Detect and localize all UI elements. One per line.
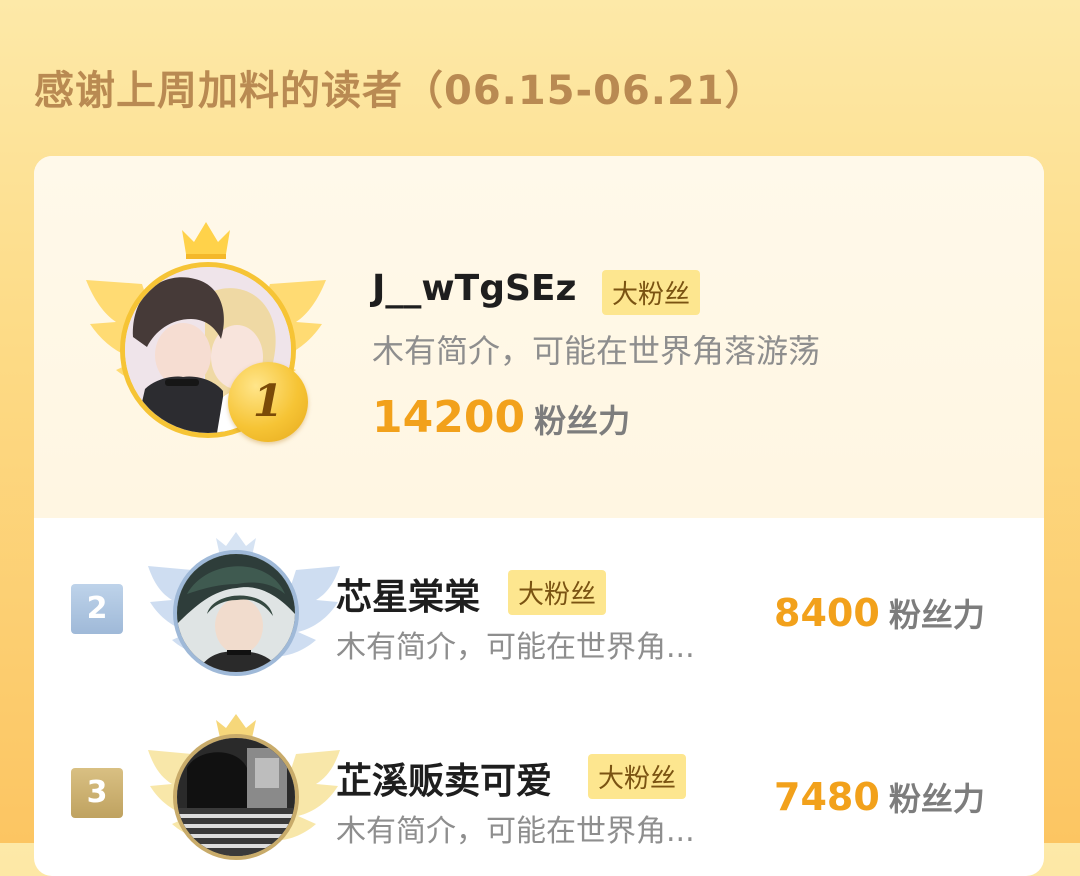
fan-power-unit: 粉丝力 xyxy=(888,780,985,818)
reader-ranking-card: 1 J__wTgSEz 大粉丝 木有简介，可能在世界角落游荡 14200 粉丝力… xyxy=(34,156,1044,876)
reader-item-2[interactable]: 2 芯星棠棠 大粉丝 木有简介，可能在世界角... 8400 粉丝力 xyxy=(34,528,1044,692)
fan-power-unit: 粉丝力 xyxy=(888,596,985,634)
crown-icon xyxy=(180,220,232,260)
reader-bio: 木有简介，可能在世界角... xyxy=(336,814,695,849)
rank-badge-icon: 1 xyxy=(228,362,308,442)
fan-power-score: 7480 粉丝力 xyxy=(774,774,985,820)
fan-level-badge: 大粉丝 xyxy=(508,570,607,615)
fan-level-badge: 大粉丝 xyxy=(602,270,701,315)
avatar[interactable] xyxy=(173,734,299,860)
reader-bio: 木有简介，可能在世界角... xyxy=(336,630,695,665)
fan-power-unit: 粉丝力 xyxy=(534,402,631,440)
page-title: 感谢上周加料的读者（06.15-06.21） xyxy=(34,68,766,114)
fan-level-badge: 大粉丝 xyxy=(588,754,687,799)
reader-item-1[interactable]: 1 J__wTgSEz 大粉丝 木有简介，可能在世界角落游荡 14200 粉丝力 xyxy=(34,156,1044,518)
reader-name[interactable]: 芷溪贩卖可爱 xyxy=(336,752,552,804)
fan-power-score: 8400 粉丝力 xyxy=(774,590,985,636)
fan-power-value: 8400 xyxy=(774,591,880,635)
reader-name[interactable]: J__wTgSEz xyxy=(372,268,576,309)
fan-power-score: 14200 粉丝力 xyxy=(372,392,630,443)
fan-power-value: 14200 xyxy=(372,392,526,443)
reader-bio: 木有简介，可能在世界角落游荡 xyxy=(372,332,821,370)
rank-number: 3 xyxy=(71,768,123,818)
rank-number: 2 xyxy=(71,584,123,634)
reader-item-3[interactable]: 3 芷溪贩卖可爱 大粉丝 木有简介，可能在世界角... 7480 粉丝力 xyxy=(34,712,1044,876)
avatar[interactable] xyxy=(173,550,299,676)
reader-name[interactable]: 芯星棠棠 xyxy=(336,568,480,620)
fan-power-value: 7480 xyxy=(774,775,880,819)
